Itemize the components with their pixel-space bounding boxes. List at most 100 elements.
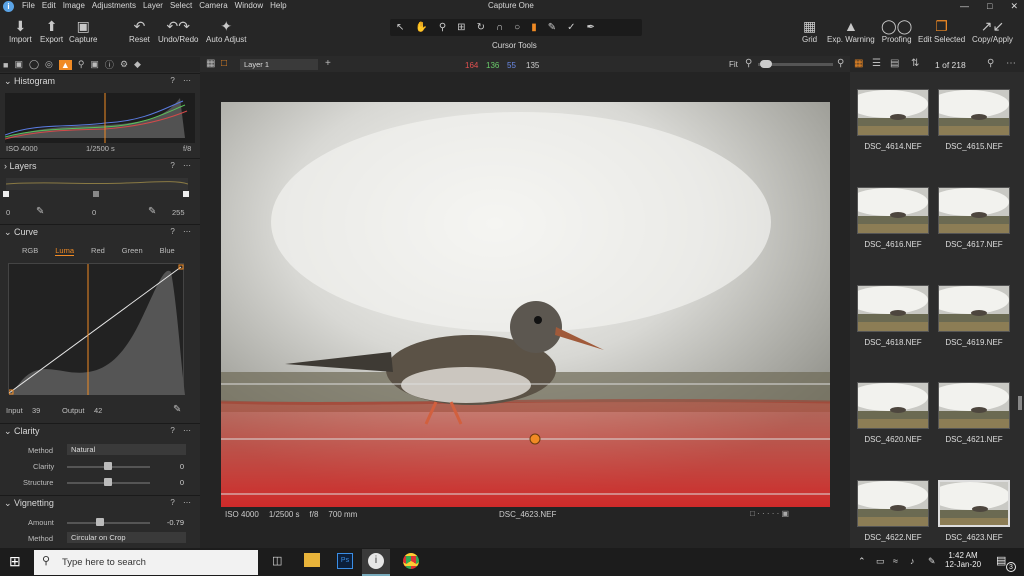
menu-file[interactable]: File: [22, 1, 35, 10]
zoom-out-icon[interactable]: ⚲: [745, 58, 752, 69]
eyedropper-icon[interactable]: ✎: [148, 206, 156, 217]
pointer-icon[interactable]: ↖: [396, 22, 404, 33]
rating-dots[interactable]: □ · · · · · ▣: [750, 509, 789, 518]
vignetting-section-header[interactable]: ⌄ Vignetting? ⋯: [0, 495, 200, 510]
notification-icon[interactable]: ▤: [996, 554, 1006, 567]
clarity-slider-knob[interactable]: [104, 462, 112, 470]
thumbnail[interactable]: [938, 480, 1010, 527]
thumbnail[interactable]: [938, 89, 1010, 136]
details-tab-icon[interactable]: ⚲: [78, 59, 85, 70]
library-tab-icon[interactable]: ■: [3, 60, 8, 70]
capture-button[interactable]: ▣ Capture: [69, 17, 97, 44]
tab-green[interactable]: Green: [122, 246, 143, 256]
structure-value[interactable]: 0: [160, 478, 184, 487]
filmstrip-view-icon[interactable]: ▤: [890, 58, 899, 69]
close-icon[interactable]: ✕: [1010, 1, 1018, 12]
menu-window[interactable]: Window: [235, 1, 263, 10]
zoom-slider-knob[interactable]: [760, 60, 772, 68]
section-menu-icon[interactable]: ? ⋯: [170, 426, 194, 435]
capture-tab-icon[interactable]: ▣: [14, 59, 23, 70]
menu-adjustments[interactable]: Adjustments: [92, 1, 136, 10]
levels-white-handle[interactable]: [183, 191, 189, 197]
section-menu-icon[interactable]: ? ⋯: [170, 161, 194, 170]
taskbar-clock[interactable]: 1:42 AM 12-Jan-20: [945, 551, 981, 569]
vignetting-amount-value[interactable]: -0.79: [156, 518, 184, 527]
levels-left-value[interactable]: 0: [6, 208, 10, 217]
section-menu-icon[interactable]: ? ⋯: [170, 76, 194, 85]
grid-view-icon[interactable]: ▦: [206, 58, 215, 69]
browser-scrollbar[interactable]: [1018, 396, 1022, 410]
menu-layer[interactable]: Layer: [143, 1, 163, 10]
clarity-value[interactable]: 0: [160, 462, 184, 471]
main-photo[interactable]: [221, 102, 830, 507]
vignetting-method-select[interactable]: Circular on Crop: [67, 532, 186, 543]
single-view-icon[interactable]: □: [221, 58, 227, 69]
eyedropper-icon[interactable]: ✎: [36, 206, 44, 217]
layer-select[interactable]: Layer 1: [240, 59, 318, 70]
auto-adjust-button[interactable]: ✦ Auto Adjust: [206, 17, 246, 44]
curve-section-header[interactable]: ⌄ Curve? ⋯: [0, 224, 200, 239]
wifi-icon[interactable]: ≈: [893, 556, 898, 566]
batch-tab-icon[interactable]: ◆: [134, 59, 141, 70]
levels-black-handle[interactable]: [3, 191, 9, 197]
thumbnail[interactable]: [938, 187, 1010, 234]
tab-luma[interactable]: Luma: [55, 246, 75, 256]
pen-icon[interactable]: ✎: [928, 556, 936, 567]
grid-button[interactable]: ▦ Grid: [802, 17, 817, 44]
zoom-in-icon[interactable]: ⚲: [837, 58, 844, 69]
reset-button[interactable]: ↶ Reset: [129, 17, 150, 44]
picker-icon[interactable]: ✓: [567, 22, 575, 33]
thumbnail[interactable]: [857, 89, 929, 136]
more-icon[interactable]: ⋯: [1006, 58, 1016, 69]
section-menu-icon[interactable]: ? ⋯: [170, 227, 194, 236]
keystone-icon[interactable]: ∩: [496, 22, 503, 33]
thumbnail-view-icon[interactable]: ▦: [854, 58, 863, 69]
proofing-button[interactable]: ◯◯ Proofing: [881, 17, 912, 44]
tab-blue[interactable]: Blue: [160, 246, 175, 256]
thumbnail[interactable]: [857, 382, 929, 429]
tray-chevron-icon[interactable]: ⌃: [858, 556, 866, 567]
edit-selected-button[interactable]: ❐ Edit Selected: [918, 17, 965, 44]
layers-section-header[interactable]: › Layers? ⋯: [0, 158, 200, 173]
output-tab-icon[interactable]: ⚙: [120, 59, 128, 70]
levels-right-value[interactable]: 255: [172, 208, 185, 217]
maximize-icon[interactable]: □: [987, 1, 992, 12]
exposure-tab-icon[interactable]: ▲: [58, 59, 72, 70]
adjustments-tab-icon[interactable]: ▣: [90, 59, 99, 70]
taskbar-search-input[interactable]: Type here to search: [34, 550, 258, 575]
clarity-section-header[interactable]: ⌄ Clarity? ⋯: [0, 423, 200, 438]
chrome-icon[interactable]: [403, 553, 419, 569]
copy-apply-button[interactable]: ↗↙ Copy/Apply: [972, 17, 1013, 44]
export-button[interactable]: ⬆ Export: [40, 17, 63, 44]
minimize-icon[interactable]: —: [960, 1, 969, 12]
thumbnail[interactable]: [938, 285, 1010, 332]
curve-picker-icon[interactable]: ✎: [173, 404, 181, 415]
annotate-icon[interactable]: ✒: [586, 22, 594, 33]
clarity-method-select[interactable]: Natural: [67, 444, 186, 455]
menu-select[interactable]: Select: [170, 1, 192, 10]
color-tab-icon[interactable]: ◎: [45, 59, 53, 70]
histogram-section-header[interactable]: ⌄ Histogram? ⋯: [0, 73, 200, 88]
menu-camera[interactable]: Camera: [199, 1, 227, 10]
curve-graph[interactable]: [8, 263, 185, 395]
search-icon[interactable]: ⚲: [987, 58, 994, 69]
import-button[interactable]: ⬇ Import: [9, 17, 32, 44]
crop-icon[interactable]: ⊞: [457, 22, 465, 33]
exp-warning-button[interactable]: ▲ Exp. Warning: [827, 17, 875, 44]
menu-help[interactable]: Help: [270, 1, 286, 10]
file-explorer-icon[interactable]: [304, 553, 320, 567]
thumbnail[interactable]: [857, 285, 929, 332]
undo-redo-button[interactable]: ↶↷ Undo/Redo: [158, 17, 198, 44]
gradient-icon[interactable]: ▮: [531, 22, 537, 33]
hand-icon[interactable]: ✋: [415, 22, 427, 33]
rotate-icon[interactable]: ↻: [477, 22, 485, 33]
thumbnail[interactable]: [857, 187, 929, 234]
tab-rgb[interactable]: RGB: [22, 246, 38, 256]
volume-icon[interactable]: ♪: [910, 556, 915, 566]
windows-start-icon[interactable]: ⊞: [9, 553, 21, 570]
metadata-tab-icon[interactable]: ⓘ: [105, 58, 114, 71]
zoom-fit[interactable]: Fit: [729, 60, 738, 69]
task-view-icon[interactable]: ◫: [272, 554, 282, 567]
brush-icon[interactable]: ✎: [548, 22, 556, 33]
battery-icon[interactable]: ▭: [876, 556, 885, 567]
